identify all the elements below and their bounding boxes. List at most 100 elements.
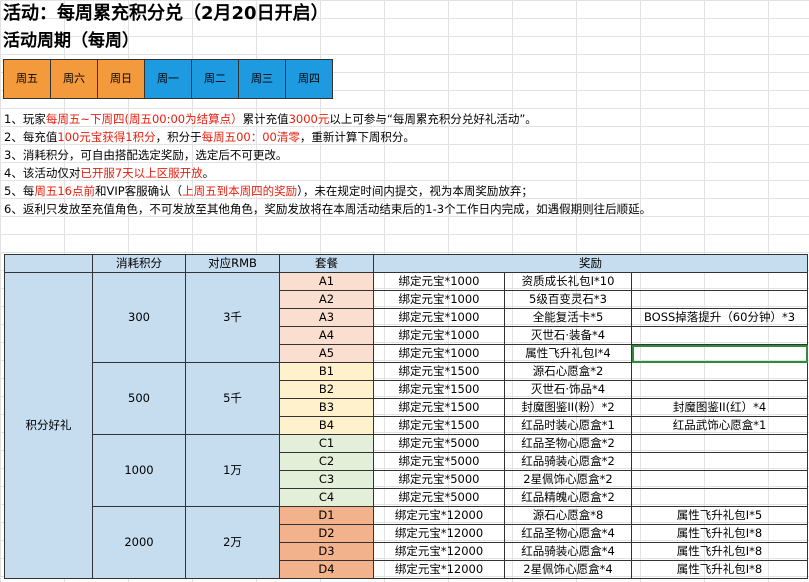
package-cell[interactable]: D3 — [279, 542, 374, 561]
selected-cell[interactable] — [631, 344, 808, 363]
rule-text: 1、玩家 — [4, 112, 46, 126]
reward-cell[interactable]: 绑定元宝*1000 — [373, 308, 505, 327]
reward-cell[interactable] — [631, 326, 808, 345]
reward-cell[interactable]: 绑定元宝*1000 — [373, 272, 505, 291]
weekday-cell[interactable]: 周五 — [3, 59, 51, 99]
reward-cell[interactable]: 绑定元宝*5000 — [373, 434, 505, 453]
activity-period-heading: 活动周期（每周） — [3, 31, 139, 51]
weekday-cell[interactable]: 周一 — [144, 59, 192, 99]
reward-cell[interactable]: 属性飞升礼包I*8 — [631, 524, 808, 543]
package-cell[interactable]: A4 — [279, 326, 374, 345]
header-points[interactable]: 消耗积分 — [92, 254, 186, 273]
reward-cell[interactable]: 绑定元宝*1500 — [373, 416, 505, 435]
package-cell[interactable]: D1 — [279, 506, 374, 525]
reward-cell[interactable]: BOSS掉落提升（60分钟）*3 — [631, 308, 808, 327]
reward-cell[interactable]: 绑定元宝*5000 — [373, 488, 505, 507]
reward-cell[interactable]: 属性飞升礼包I*5 — [631, 506, 808, 525]
reward-cell[interactable]: 绑定元宝*1000 — [373, 344, 505, 363]
reward-cell[interactable]: 属性飞升礼包I*8 — [631, 542, 808, 561]
reward-cell[interactable]: 属性飞升礼包I*8 — [631, 560, 808, 579]
table-row: 2000 2万 D1 绑定元宝*12000 源石心愿盒*8 属性飞升礼包I*5 — [5, 506, 808, 579]
rule-text: 和VIP客服确认（ — [94, 184, 183, 198]
package-cell[interactable]: C3 — [279, 470, 374, 489]
header-reward[interactable]: 奖励 — [373, 254, 808, 273]
package-cell[interactable]: A3 — [279, 308, 374, 327]
header-rmb[interactable]: 对应RMB — [185, 254, 280, 273]
reward-cell[interactable]: 2星佩饰心愿盒*2 — [504, 470, 632, 489]
weekday-cell[interactable]: 周六 — [50, 59, 98, 99]
reward-cell[interactable]: 红品武饰心愿盒*1 — [631, 416, 808, 435]
points-cell[interactable]: 2000 — [92, 506, 186, 579]
reward-cell[interactable]: 灭世石·装备*4 — [504, 326, 632, 345]
rmb-cell[interactable]: 1万 — [185, 434, 280, 507]
rule-text: 2、每充值 — [4, 130, 58, 144]
reward-cell[interactable]: 灭世石·饰品*4 — [504, 380, 632, 399]
reward-cell[interactable]: 绑定元宝*1000 — [373, 290, 505, 309]
reward-cell[interactable]: 资质成长礼包I*10 — [504, 272, 632, 291]
reward-cell[interactable] — [631, 470, 808, 489]
reward-cell[interactable] — [631, 434, 808, 453]
reward-cell[interactable]: 封魔图鉴II(红）*4 — [631, 398, 808, 417]
reward-cell[interactable] — [631, 362, 808, 381]
package-cell[interactable]: D2 — [279, 524, 374, 543]
reward-cell[interactable]: 源石心愿盒*8 — [504, 506, 632, 525]
corner-cell[interactable] — [4, 254, 93, 273]
reward-cell[interactable]: 绑定元宝*1500 — [373, 362, 505, 381]
reward-cell[interactable]: 属性飞升礼包I*4 — [504, 344, 632, 363]
reward-cell[interactable]: 5级百变灵石*3 — [504, 290, 632, 309]
reward-cell[interactable]: 红品时装心愿盒*1 — [504, 416, 632, 435]
rule-line: 4、该活动仅对已开服7天以上区服开放。 — [4, 164, 651, 182]
reward-cell[interactable]: 2星佩饰心愿盒*4 — [504, 560, 632, 579]
reward-cell[interactable]: 绑定元宝*12000 — [373, 524, 505, 543]
weekday-cell[interactable]: 周日 — [97, 59, 145, 99]
reward-cell[interactable]: 红品圣物心愿盒*2 — [504, 434, 632, 453]
reward-cell[interactable]: 绑定元宝*5000 — [373, 470, 505, 489]
category-cell[interactable]: 积分好礼 — [4, 272, 93, 579]
reward-cell[interactable]: 绑定元宝*12000 — [373, 506, 505, 525]
reward-cell[interactable]: 绑定元宝*1000 — [373, 326, 505, 345]
weekday-cell[interactable]: 周四 — [285, 59, 333, 99]
weekday-cell[interactable]: 周二 — [191, 59, 239, 99]
package-cell[interactable]: B2 — [279, 380, 374, 399]
table-row: 积分好礼 300 3千 A1 绑定元宝*1000 资质成长礼包I*10 — [4, 272, 808, 579]
reward-cell[interactable]: 绑定元宝*1500 — [373, 380, 505, 399]
points-cell[interactable]: 300 — [92, 272, 186, 363]
reward-cell[interactable]: 绑定元宝*5000 — [373, 452, 505, 471]
package-cell[interactable]: A2 — [279, 290, 374, 309]
reward-cell[interactable]: 红品骑装心愿盒*2 — [504, 452, 632, 471]
package-cell[interactable]: A5 — [279, 344, 374, 363]
rmb-cell[interactable]: 2万 — [185, 506, 280, 579]
points-cell[interactable]: 500 — [92, 362, 186, 435]
package-cell[interactable]: B1 — [279, 362, 374, 381]
package-cell[interactable]: C1 — [279, 434, 374, 453]
reward-cell[interactable]: 绑定元宝*1500 — [373, 398, 505, 417]
reward-cell[interactable]: 绑定元宝*12000 — [373, 542, 505, 561]
reward-cell[interactable] — [631, 380, 808, 399]
rule-text: ，重新计算下周积分。 — [299, 130, 415, 144]
reward-cell[interactable]: 全能复活卡*5 — [504, 308, 632, 327]
reward-cell[interactable] — [631, 488, 808, 507]
package-cell[interactable]: A1 — [279, 272, 374, 291]
rmb-cell[interactable]: 3千 — [185, 272, 280, 363]
reward-cell[interactable]: 红品骑装心愿盒*4 — [504, 542, 632, 561]
header-package[interactable]: 套餐 — [279, 254, 374, 273]
reward-cell[interactable]: 源石心愿盒*2 — [504, 362, 632, 381]
reward-cell[interactable]: 绑定元宝*12000 — [373, 560, 505, 579]
weekday-cell[interactable]: 周三 — [238, 59, 286, 99]
package-cell[interactable]: C2 — [279, 452, 374, 471]
reward-cell[interactable]: 封魔图鉴II(粉）*2 — [504, 398, 632, 417]
reward-cell[interactable] — [631, 452, 808, 471]
page-title: 活动：每周累充积分兑（2月20日开启） — [3, 3, 329, 24]
reward-cell[interactable] — [631, 290, 808, 309]
package-cell[interactable]: D4 — [279, 560, 374, 579]
package-cell[interactable]: B4 — [279, 416, 374, 435]
rmb-cell[interactable]: 5千 — [185, 362, 280, 435]
package-cell[interactable]: B3 — [279, 398, 374, 417]
rule-text: 6、返利只发放至充值角色，不可发放至其他角色，奖励发放将在本周活动结束后的1-3… — [4, 202, 652, 216]
package-cell[interactable]: C4 — [279, 488, 374, 507]
reward-cell[interactable]: 红品圣物心愿盒*4 — [504, 524, 632, 543]
reward-cell[interactable] — [631, 272, 808, 291]
reward-cell[interactable]: 红品精魄心愿盒*2 — [504, 488, 632, 507]
points-cell[interactable]: 1000 — [92, 434, 186, 507]
rule-highlight: 已开服7天以上区服开放 — [80, 166, 203, 180]
